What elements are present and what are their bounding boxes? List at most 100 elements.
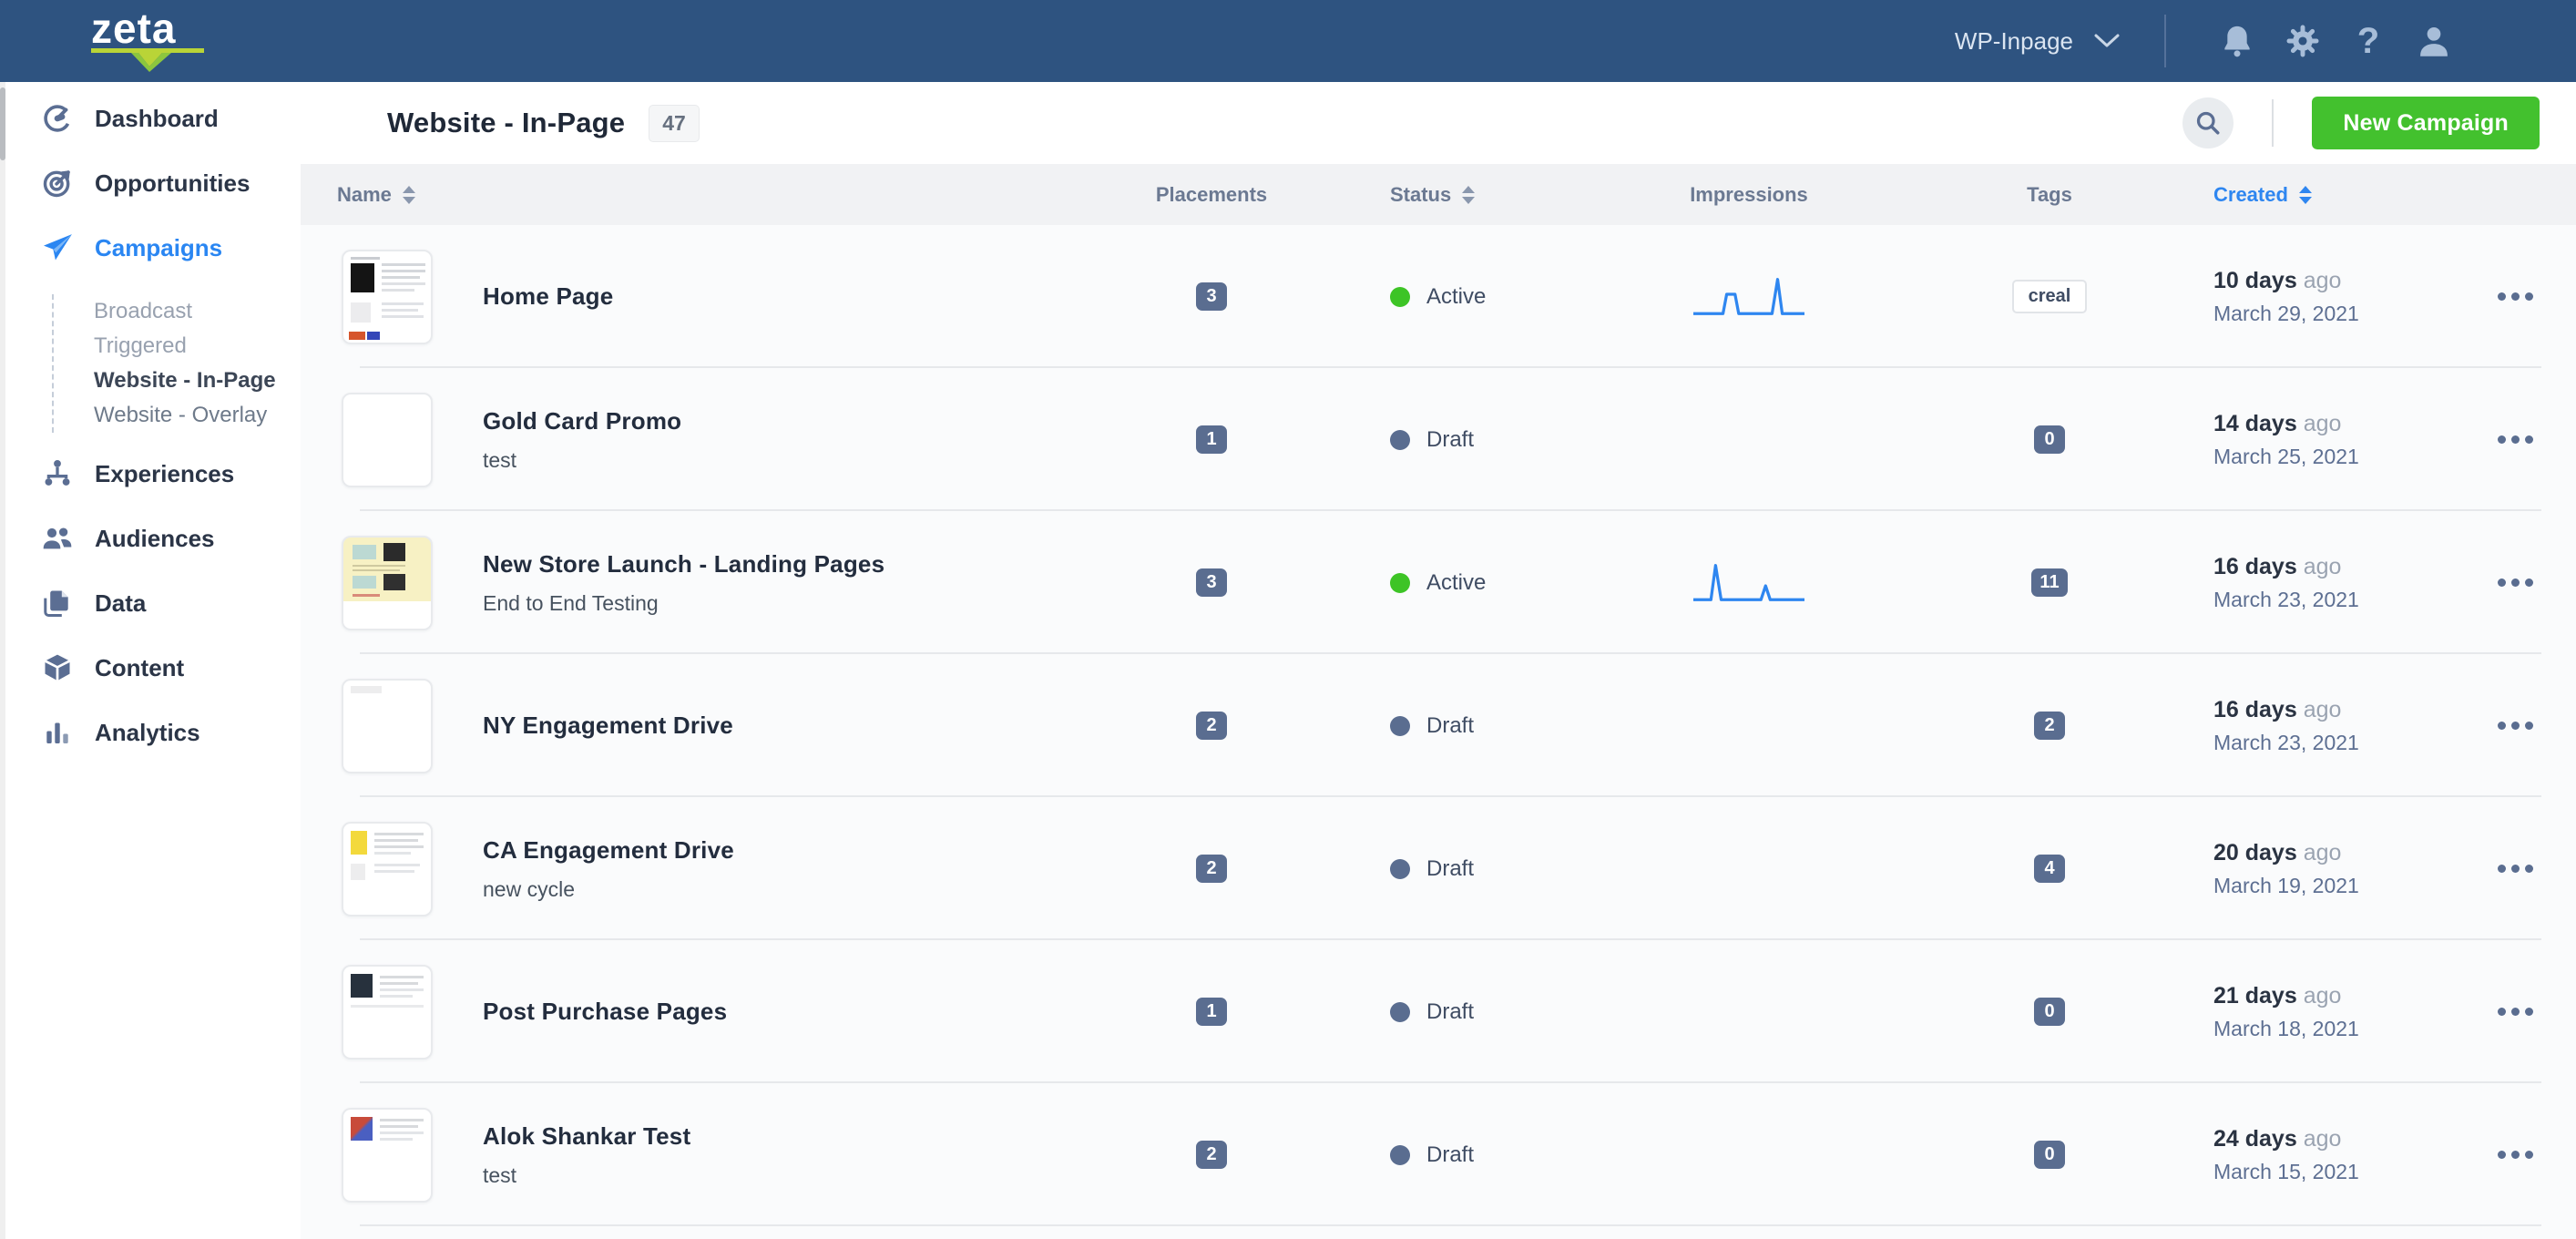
campaign-thumbnail (342, 1108, 433, 1203)
campaign-name[interactable]: New Store Launch - Landing Pages (483, 550, 884, 579)
impressions-sparkline (1693, 562, 1804, 604)
sidebar-item-label: Audiences (95, 525, 215, 553)
sidebar-scrollbar-thumb[interactable] (0, 87, 5, 160)
campaign-thumbnail (342, 679, 433, 773)
sidebar-item-opportunities[interactable]: Opportunities (0, 165, 301, 201)
row-menu-button[interactable] (2494, 569, 2537, 596)
campaign-name[interactable]: Gold Card Promo (483, 407, 681, 435)
row-menu-button[interactable] (2494, 855, 2537, 882)
column-header-placements: Placements (1102, 183, 1321, 207)
sort-icon (1462, 186, 1475, 204)
sidebar-item-campaigns[interactable]: Campaigns (0, 230, 301, 266)
placements-badge: 1 (1196, 998, 1227, 1026)
sidebar-item-label: Data (95, 589, 146, 618)
new-campaign-button[interactable]: New Campaign (2312, 97, 2540, 149)
sidebar-item-label: Opportunities (95, 169, 250, 198)
zeta-logo-text: zeta (91, 10, 210, 46)
sidebar-item-content[interactable]: Content (0, 650, 301, 686)
profile-button[interactable] (2401, 22, 2467, 60)
help-button[interactable]: ? (2336, 21, 2401, 62)
search-icon (2194, 109, 2222, 137)
people-icon (40, 522, 75, 555)
sidebar-item-website-in-page[interactable]: Website - In-Page (94, 364, 301, 398)
sidebar-item-experiences[interactable]: Experiences (0, 456, 301, 492)
sidebar-item-website-overlay[interactable]: Website - Overlay (94, 398, 301, 433)
status-label: Active (1426, 284, 1486, 310)
sidebar-scrollbar[interactable] (0, 82, 5, 1239)
campaign-thumbnail (342, 393, 433, 487)
campaign-thumbnail (342, 250, 433, 344)
row-menu-button[interactable] (2494, 712, 2537, 739)
campaign-name[interactable]: Alok Shankar Test (483, 1122, 690, 1151)
column-header-tags: Tags (1886, 183, 2213, 207)
target-icon (40, 167, 75, 200)
campaign-table-body: Home Page 3 Active creal 10 days ago Mar… (301, 225, 2576, 1239)
placements-badge: 1 (1196, 425, 1227, 454)
table-row[interactable]: Home Page 3 Active creal 10 days ago Mar… (301, 225, 2576, 368)
created-ago: ago (2304, 983, 2342, 1009)
status-label: Active (1426, 570, 1486, 596)
sidebar-item-label: Experiences (95, 460, 234, 488)
table-row[interactable]: Gold Card Promo test 1 Draft 0 14 days a… (301, 368, 2576, 511)
row-menu-button[interactable] (2494, 283, 2537, 310)
notifications-button[interactable] (2204, 22, 2270, 60)
row-menu-button[interactable] (2494, 998, 2537, 1025)
tag-count-badge: 0 (2034, 425, 2065, 454)
sidebar-item-label: Analytics (95, 719, 200, 747)
sidebar-navigation: Dashboard Opportunities Campaigns Broadc… (0, 82, 301, 1239)
column-header-status[interactable]: Status (1321, 183, 1612, 207)
created-date: March 19, 2021 (2213, 874, 2478, 898)
tag-count-badge: 0 (2034, 998, 2065, 1026)
column-header-created[interactable]: Created (2213, 183, 2478, 207)
sidebar-item-label: Campaigns (95, 234, 222, 262)
column-header-name[interactable]: Name (337, 183, 1102, 207)
status-label: Draft (1426, 1142, 1474, 1168)
created-ago: ago (2304, 1126, 2342, 1152)
table-row[interactable]: New Store Launch - Landing Pages End to … (301, 511, 2576, 654)
campaign-name[interactable]: Post Purchase Pages (483, 998, 727, 1026)
status-dot (1390, 573, 1410, 593)
campaign-thumbnail (342, 822, 433, 916)
sidebar-subitem-label: Triggered (94, 333, 187, 359)
table-row[interactable]: NY Engagement Drive 2 Draft 2 16 days ag… (301, 654, 2576, 797)
zeta-logo[interactable]: zeta (91, 10, 210, 72)
campaign-subtitle: End to End Testing (483, 591, 884, 616)
campaign-count-badge: 47 (649, 105, 700, 142)
campaign-thumbnail (342, 965, 433, 1060)
tag-pill: creal (2012, 280, 2088, 313)
sidebar-item-broadcast[interactable]: Broadcast (94, 294, 301, 329)
table-row[interactable]: Alok Shankar Test test 2 Draft 0 24 days… (301, 1083, 2576, 1226)
impressions-sparkline (1693, 276, 1804, 318)
sidebar-item-label: Content (95, 654, 184, 682)
status-dot (1390, 1002, 1410, 1022)
created-relative: 16 days (2213, 554, 2297, 579)
table-row[interactable]: Post Purchase Pages 1 Draft 0 21 days ag… (301, 940, 2576, 1083)
sidebar-item-analytics[interactable]: Analytics (0, 714, 301, 751)
settings-button[interactable] (2270, 22, 2336, 60)
row-menu-button[interactable] (2494, 426, 2537, 453)
table-row[interactable]: CA Engagement Drive new cycle 2 Draft 4 … (301, 797, 2576, 940)
search-button[interactable] (2182, 97, 2234, 148)
row-menu-button[interactable] (2494, 1142, 2537, 1168)
sidebar-subitem-label: Website - In-Page (94, 368, 276, 394)
sidebar-item-data[interactable]: Data (0, 585, 301, 621)
created-relative: 10 days (2213, 268, 2297, 293)
sidebar-item-triggered[interactable]: Triggered (94, 329, 301, 364)
sidebar-subitem-label: Website - Overlay (94, 403, 267, 428)
campaign-name[interactable]: Home Page (483, 282, 613, 311)
chevron-down-icon (2093, 33, 2121, 49)
status-dot (1390, 430, 1410, 450)
created-ago: ago (2304, 697, 2342, 722)
documents-icon (40, 587, 75, 620)
sidebar-item-label: Dashboard (95, 105, 219, 133)
sort-icon-active (2299, 186, 2312, 204)
campaign-name[interactable]: CA Engagement Drive (483, 836, 734, 865)
campaign-name[interactable]: NY Engagement Drive (483, 712, 733, 740)
sidebar-item-dashboard[interactable]: Dashboard (0, 100, 301, 137)
created-ago: ago (2304, 554, 2342, 579)
sidebar-item-audiences[interactable]: Audiences (0, 520, 301, 557)
question-mark-icon: ? (2357, 21, 2379, 62)
topbar-divider (2164, 15, 2166, 67)
status-dot (1390, 859, 1410, 879)
account-switcher[interactable]: WP-Inpage (1955, 27, 2121, 56)
